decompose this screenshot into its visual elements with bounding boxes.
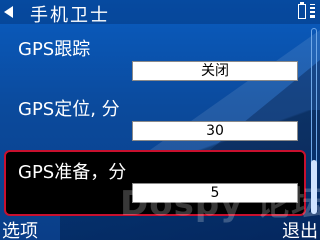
softkey-bar: 选项 退出 — [0, 216, 320, 240]
scrollbar-thumb[interactable] — [311, 160, 317, 214]
options-softkey[interactable]: 选项 — [2, 217, 38, 240]
battery-icon — [298, 2, 306, 19]
setting-label-gps-tracking: GPS跟踪 — [18, 39, 91, 60]
app-screen: 手机卫士 GPS跟踪 关闭 GPS定位, 分 30 GPS准备，分 5 Dosp… — [0, 0, 320, 240]
exit-softkey[interactable]: 退出 — [282, 217, 318, 240]
title-bar: 手机卫士 — [0, 0, 320, 26]
setting-label-gps-position-interval: GPS定位, 分 — [18, 99, 120, 120]
back-arrow-icon[interactable] — [4, 6, 13, 18]
setting-label-gps-ready: GPS准备，分 — [18, 162, 127, 183]
setting-value-gps-position-interval[interactable]: 30 — [132, 121, 298, 141]
page-title: 手机卫士 — [30, 5, 110, 26]
setting-value-gps-tracking[interactable]: 关闭 — [132, 61, 298, 81]
signal-icon — [310, 4, 315, 18]
